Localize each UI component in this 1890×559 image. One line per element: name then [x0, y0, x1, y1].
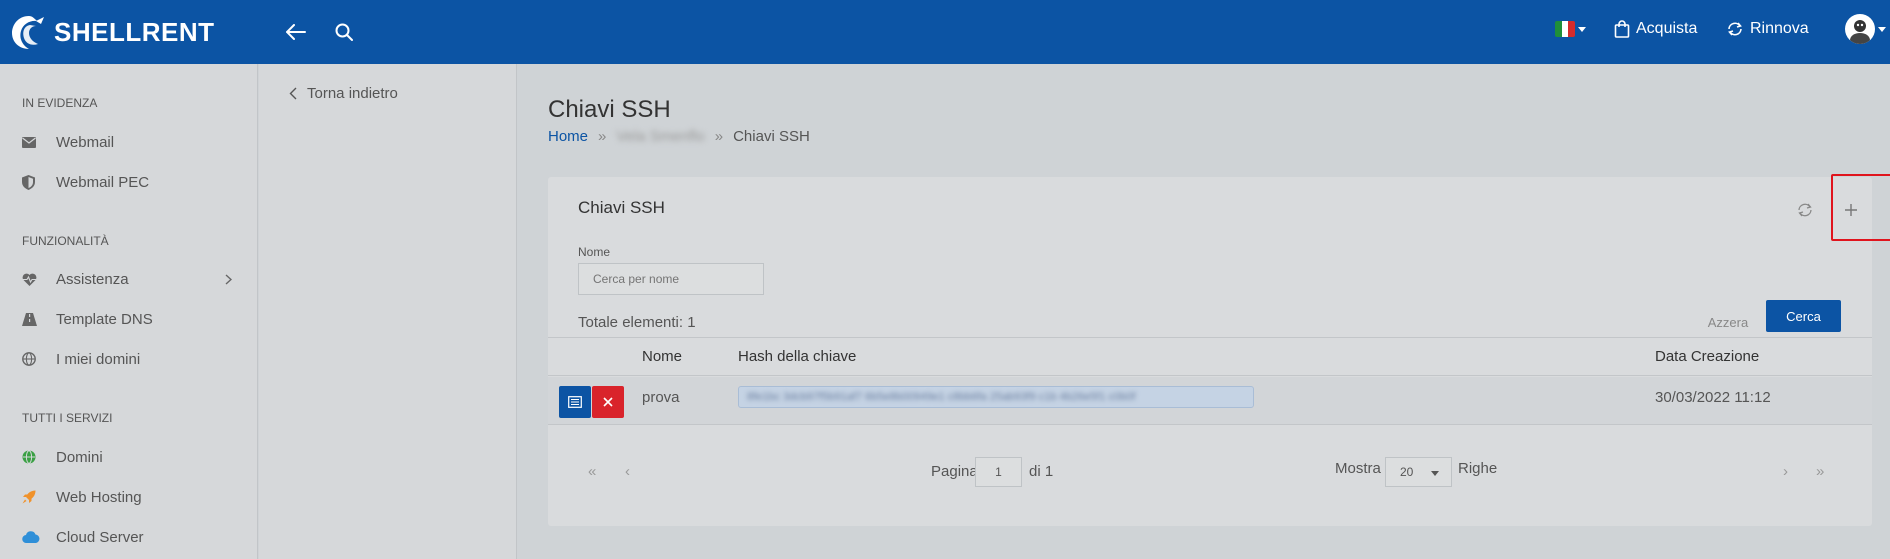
sidebar-item-web-hosting[interactable]: Web Hosting	[22, 486, 232, 508]
reset-button[interactable]: Azzera	[1698, 309, 1758, 335]
shell-logo-icon	[12, 16, 44, 49]
rows-per-page-select[interactable]: 20	[1385, 457, 1452, 487]
name-filter-label: Nome	[578, 245, 611, 259]
sidebar-item-label: Cloud Server	[56, 528, 144, 546]
key-name: prova	[642, 389, 680, 406]
page-number-input[interactable]: 1	[975, 457, 1022, 487]
globe-icon	[22, 449, 42, 465]
sidebar: IN EVIDENZA Webmail Webmail PEC FUNZIONA…	[0, 64, 258, 559]
page-label: Pagina	[931, 463, 978, 480]
section-title-funzionalita: FUNZIONALITÀ	[22, 234, 109, 248]
back-arrow-icon[interactable]	[282, 18, 310, 46]
page-title: Chiavi SSH	[548, 96, 671, 123]
back-link-label: Torna indietro	[307, 85, 398, 102]
sidebar-item-label: Web Hosting	[56, 488, 142, 506]
sidebar-item-template-dns[interactable]: Template DNS	[22, 308, 232, 330]
sidebar-item-label: Template DNS	[56, 310, 153, 328]
envelope-icon	[22, 134, 42, 150]
breadcrumb-separator: »	[598, 128, 607, 145]
sidebar-item-i-miei-domini[interactable]: I miei domini	[22, 348, 232, 370]
sidebar-item-label: Webmail	[56, 133, 115, 151]
rows-label: Righe	[1458, 460, 1498, 477]
close-icon	[603, 397, 613, 407]
flag-red	[1568, 21, 1575, 37]
column-header-nome: Nome	[642, 348, 683, 365]
search-button[interactable]: Cerca	[1766, 300, 1841, 332]
chevron-left-icon	[289, 87, 297, 100]
breadcrumb-separator: »	[714, 128, 724, 145]
shield-icon	[22, 174, 42, 190]
top-bar: SHELLRENT Acquista Rinnova	[0, 0, 1890, 64]
key-hash-value: 8fe1bc 3dcb97f5b91af7 6b5e8b00949e1 c8bb…	[747, 391, 1136, 403]
avatar-caret-icon[interactable]	[1878, 27, 1886, 32]
language-flag-icon[interactable]	[1555, 21, 1575, 37]
next-page-icon[interactable]: ›	[1783, 463, 1788, 480]
avatar-image-icon	[1850, 20, 1870, 44]
show-label: Mostra	[1335, 460, 1381, 477]
prev-page-icon[interactable]: ‹	[625, 463, 630, 480]
card-title: Chiavi SSH	[578, 198, 665, 217]
acquista-label: Acquista	[1636, 20, 1698, 37]
section-title-tutti-i-servizi: TUTTI I SERVIZI	[22, 411, 113, 425]
globe-icon	[22, 351, 42, 367]
road-icon	[22, 311, 42, 327]
heart-pulse-icon	[22, 271, 42, 287]
delete-button[interactable]	[592, 386, 624, 418]
chevron-down-icon	[1431, 471, 1439, 476]
column-header-hash: Hash della chiave	[738, 348, 857, 365]
refresh-icon[interactable]	[1796, 201, 1814, 219]
chevron-right-icon	[225, 272, 233, 289]
flag-green	[1555, 21, 1562, 37]
sidebar-item-label: Webmail PEC	[56, 173, 150, 191]
breadcrumb-home[interactable]: Home	[548, 128, 588, 145]
language-caret-icon[interactable]	[1578, 27, 1586, 32]
page-total: di 1	[1029, 463, 1054, 480]
sidebar-item-domini[interactable]: Domini	[22, 446, 232, 468]
search-icon[interactable]	[330, 18, 358, 46]
table-header: Nome Hash della chiave Data Creazione	[548, 337, 1872, 376]
main-content: Chiavi SSH Home » Vela Smenflo » Chiavi …	[518, 64, 1890, 559]
name-search-input[interactable]	[578, 263, 764, 295]
sidebar-item-webmail-pec[interactable]: Webmail PEC	[22, 171, 232, 193]
flag-white	[1561, 21, 1569, 37]
add-button-highlight	[1831, 174, 1890, 241]
key-created-date: 30/03/2022 11:12	[1655, 389, 1771, 406]
sidebar-item-webmail[interactable]: Webmail	[22, 131, 232, 153]
refresh-icon	[1728, 22, 1742, 36]
back-link[interactable]: Torna indietro	[289, 85, 398, 102]
breadcrumb: Home » Vela Smenflo » Chiavi SSH	[548, 128, 810, 145]
last-page-icon[interactable]: »	[1816, 463, 1824, 480]
section-title-in-evidenza: IN EVIDENZA	[22, 96, 98, 110]
rows-per-page-value: 20	[1400, 465, 1414, 479]
brand-name: SHELLRENT	[54, 16, 215, 47]
details-button[interactable]	[559, 386, 591, 418]
rinnova-label: Rinnova	[1750, 20, 1809, 37]
total-elements: Totale elementi: 1	[578, 314, 696, 331]
brand-logo[interactable]: SHELLRENT	[8, 10, 215, 54]
sidebar-item-label: Domini	[56, 448, 103, 466]
sidebar-item-assistenza[interactable]: Assistenza	[22, 268, 233, 290]
sidebar-item-label: Assistenza	[56, 270, 129, 288]
avatar[interactable]	[1845, 14, 1875, 44]
rocket-icon	[22, 489, 42, 505]
sub-navigation: Torna indietro	[259, 64, 517, 559]
sidebar-item-label: I miei domini	[56, 350, 141, 368]
breadcrumb-service[interactable]: Vela Smenflo	[616, 128, 704, 145]
rinnova-link[interactable]: Rinnova	[1726, 18, 1809, 40]
column-header-data: Data Creazione	[1655, 348, 1760, 365]
breadcrumb-current: Chiavi SSH	[733, 128, 810, 145]
pagination: « ‹ Pagina 1 di 1 Mostra 20 Righe › »	[548, 457, 1872, 487]
ssh-keys-card: Chiavi SSH Nome Totale elementi: 1 Azzer…	[548, 174, 1890, 526]
cloud-icon	[22, 529, 42, 545]
acquista-link[interactable]: Acquista	[1614, 18, 1697, 40]
first-page-icon[interactable]: «	[588, 463, 596, 480]
list-icon	[568, 396, 582, 408]
shopping-bag-icon	[1614, 20, 1630, 38]
sidebar-item-cloud-server[interactable]: Cloud Server	[22, 526, 232, 548]
key-hash: 8fe1bc 3dcb97f5b91af7 6b5e8b00949e1 c8bb…	[738, 386, 1254, 408]
table-row: prova 8fe1bc 3dcb97f5b91af7 6b5e8b00949e…	[548, 377, 1872, 425]
